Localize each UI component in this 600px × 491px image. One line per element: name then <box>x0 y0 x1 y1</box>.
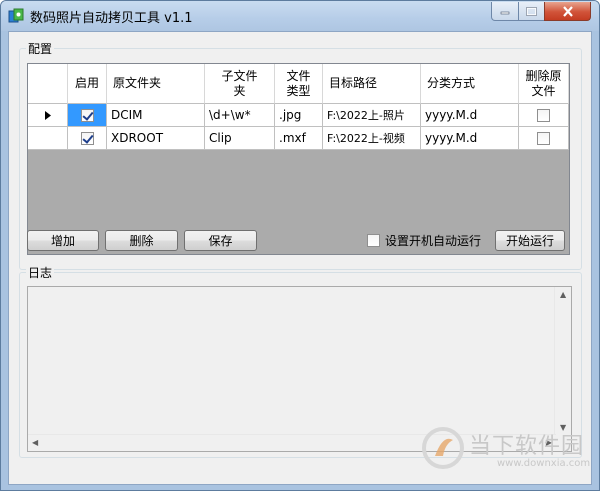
delete-checkbox[interactable] <box>537 131 550 145</box>
col-enabled[interactable]: 启用 <box>68 64 107 104</box>
watermark-logo-icon <box>422 427 464 469</box>
delete-checkbox[interactable] <box>537 108 550 122</box>
maximize-icon <box>526 6 537 16</box>
enabled-cell[interactable] <box>68 104 107 127</box>
autostart-checkbox[interactable] <box>367 234 380 247</box>
col-delete-label: 删除原文件 <box>525 68 562 98</box>
target-cell[interactable]: F:\2022上-视频 <box>323 127 421 150</box>
grid-header: 启用 原文件夹 子文件夹 文件类型 目标路径 分类方式 删除原文件 <box>28 64 569 104</box>
table-row[interactable]: XDROOT Clip .mxf F:\2022上-视频 yyyy.M.d <box>28 127 569 150</box>
col-classify[interactable]: 分类方式 <box>421 64 519 104</box>
maximize-button[interactable] <box>518 2 545 21</box>
window-title: 数码照片自动拷贝工具 v1.1 <box>30 11 193 26</box>
enabled-checkbox[interactable] <box>80 108 94 122</box>
source-cell[interactable]: DCIM <box>107 104 205 127</box>
save-button[interactable]: 保存 <box>184 230 257 251</box>
add-button[interactable]: 增加 <box>27 230 99 251</box>
subfolder-cell[interactable]: Clip <box>205 127 275 150</box>
col-delete[interactable]: 删除原文件 <box>519 64 569 104</box>
start-button[interactable]: 开始运行 <box>495 230 565 251</box>
app-window: 数码照片自动拷贝工具 v1.1 配置 启用 原文件夹 子文件夹 文件类型 目标路… <box>0 0 600 491</box>
row-header[interactable] <box>28 104 68 127</box>
minimize-icon <box>500 11 510 15</box>
table-row[interactable]: DCIM \d+\w* .jpg F:\2022上-照片 yyyy.M.d <box>28 104 569 127</box>
col-filetype[interactable]: 文件类型 <box>275 64 323 104</box>
enabled-checkbox[interactable] <box>80 131 94 145</box>
watermark-url: www.downxia.com <box>497 458 591 469</box>
log-vertical-scrollbar[interactable]: ▲ ▼ <box>554 287 571 436</box>
scroll-up-icon[interactable]: ▲ <box>560 291 566 299</box>
col-source[interactable]: 原文件夹 <box>107 64 205 104</box>
client-area: 配置 启用 原文件夹 子文件夹 文件类型 目标路径 分类方式 删除原文件 DCI… <box>8 31 592 485</box>
col-subfolder[interactable]: 子文件夹 <box>205 64 275 104</box>
scroll-left-icon[interactable]: ◀ <box>32 439 38 447</box>
close-button[interactable] <box>544 2 591 21</box>
row-header[interactable] <box>28 127 68 150</box>
filetype-cell[interactable]: .mxf <box>275 127 323 150</box>
autostart-option[interactable]: 设置开机自动运行 <box>367 232 481 249</box>
delete-cell[interactable] <box>519 104 569 127</box>
filetype-cell[interactable]: .jpg <box>275 104 323 127</box>
col-filetype-label: 文件类型 <box>286 68 311 98</box>
minimize-button[interactable] <box>491 2 519 21</box>
classify-cell[interactable]: yyyy.M.d <box>421 104 519 127</box>
watermark-text: 当下软件园 <box>469 434 585 459</box>
delete-cell[interactable] <box>519 127 569 150</box>
subfolder-cell[interactable]: \d+\w* <box>205 104 275 127</box>
config-group-label: 配置 <box>26 40 55 57</box>
config-grid[interactable]: 启用 原文件夹 子文件夹 文件类型 目标路径 分类方式 删除原文件 DCIM \… <box>27 63 570 255</box>
col-subfolder-label: 子文件夹 <box>221 68 258 98</box>
col-target[interactable]: 目标路径 <box>323 64 421 104</box>
autostart-label: 设置开机自动运行 <box>385 234 482 248</box>
app-icon <box>8 8 24 23</box>
target-cell[interactable]: F:\2022上-照片 <box>323 104 421 127</box>
title-bar[interactable]: 数码照片自动拷贝工具 v1.1 <box>1 1 599 31</box>
close-icon <box>562 5 573 17</box>
log-group-label: 日志 <box>26 264 55 281</box>
source-cell[interactable]: XDROOT <box>107 127 205 150</box>
delete-button[interactable]: 删除 <box>105 230 178 251</box>
watermark: 当下软件园 www.downxia.com <box>421 426 591 481</box>
classify-cell[interactable]: yyyy.M.d <box>421 127 519 150</box>
current-row-arrow-icon <box>44 110 51 120</box>
grid-corner <box>28 64 68 104</box>
enabled-cell[interactable] <box>68 127 107 150</box>
